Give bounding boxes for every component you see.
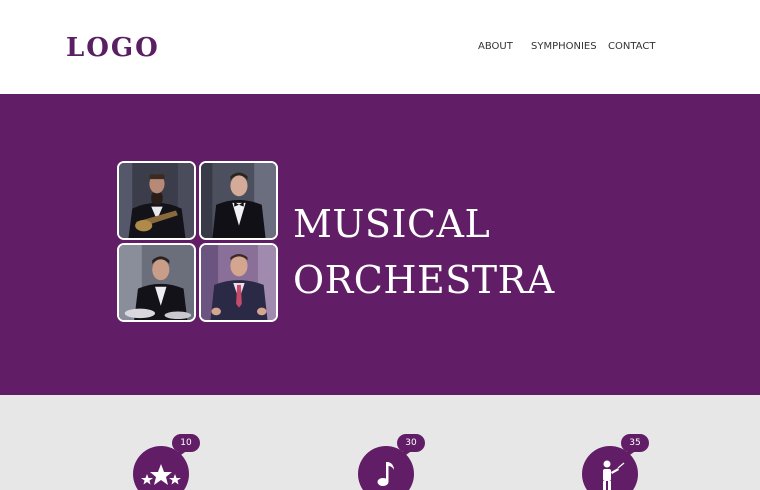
stat-count-badge: 10 [172,434,200,452]
drummer-photo-image [119,245,194,320]
hero-section: MUSICAL ORCHESTRA [0,94,760,395]
singer-photo [199,161,278,240]
guitarist-photo-image [119,163,194,238]
hero-title-line-1: MUSICAL [293,202,491,246]
nav-about-link[interactable]: ABOUT [478,40,513,54]
site-header: LOGO ABOUT SYMPHONIES CONTACT [0,0,760,94]
logo[interactable]: LOGO [66,31,160,65]
man-in-suit-photo-image [201,245,276,320]
stat-count-badge: 30 [397,434,425,452]
musician-photo-collage [117,161,279,323]
stat-count-badge: 35 [621,434,649,452]
nav-symphonies-link[interactable]: SYMPHONIES [531,40,597,54]
nav-contact-link[interactable]: CONTACT [608,40,655,54]
singer-photo-image [201,163,276,238]
drummer-photo [117,243,196,322]
stat-item-conductor: 35 [569,395,689,490]
guitarist-photo [117,161,196,240]
stat-item-stars: 10 [120,395,240,490]
hero-title-line-2: ORCHESTRA [293,258,555,302]
man-in-suit-photo [199,243,278,322]
page: LOGO ABOUT SYMPHONIES CONTACT MUSICAL OR… [0,0,760,490]
hero-title: MUSICAL ORCHESTRA [293,196,673,308]
stat-item-music: 30 [345,395,465,490]
stats-section: 10 30 35 [0,395,760,490]
